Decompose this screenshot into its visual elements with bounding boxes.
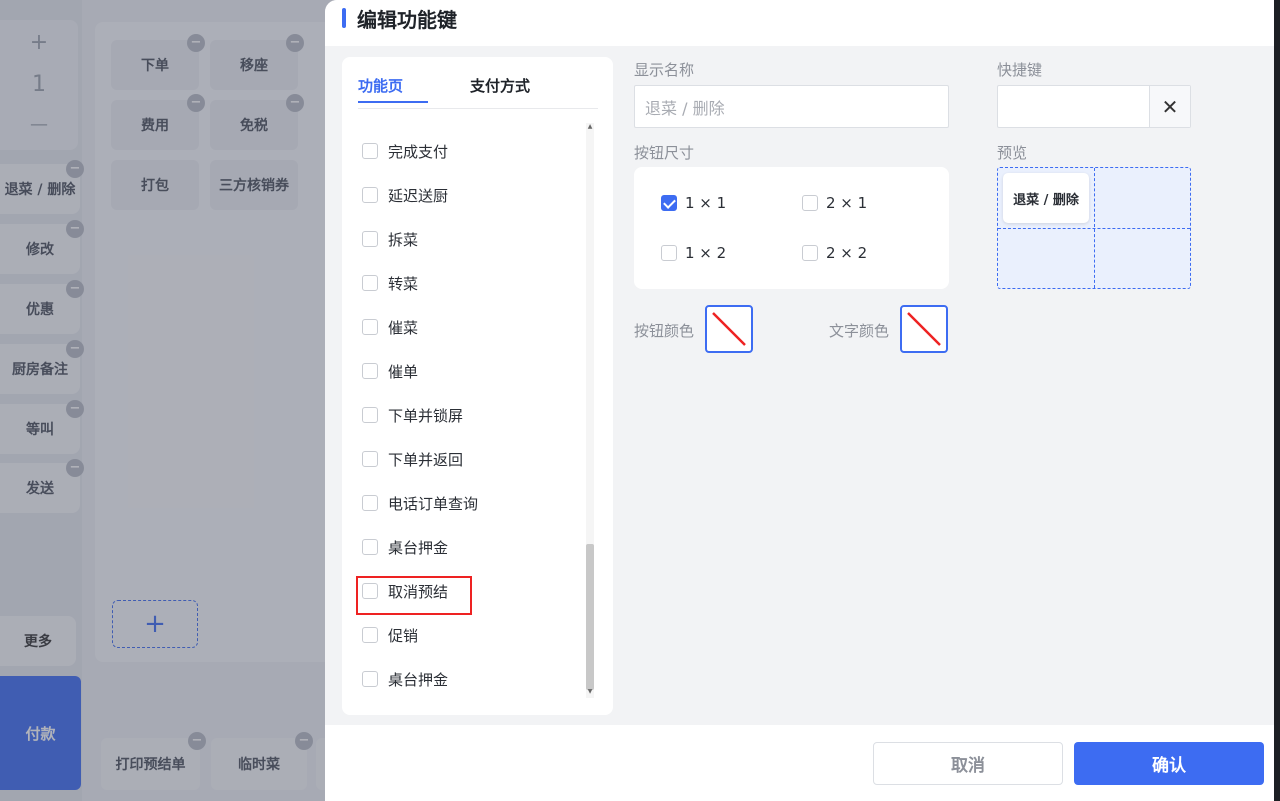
list-item[interactable]: 转菜 <box>362 270 418 296</box>
checkbox[interactable] <box>362 231 378 247</box>
edit-function-key-dialog: 编辑功能键 功能页 支付方式 ▲ ▼ 完成支付 延迟送厨 拆菜 转菜 催菜 催单… <box>325 0 1280 801</box>
checkbox-checked[interactable] <box>661 195 677 211</box>
checkbox[interactable] <box>362 539 378 555</box>
text-color-picker[interactable] <box>900 305 948 353</box>
list-item-label: 下单并锁屏 <box>388 406 464 425</box>
preview-button: 退菜 / 删除 <box>1003 173 1089 223</box>
window-edge <box>1274 0 1280 801</box>
tab-divider <box>358 108 598 109</box>
list-item[interactable]: 延迟送厨 <box>362 182 448 208</box>
list-item[interactable]: 促销 <box>362 622 418 648</box>
list-item[interactable]: 催单 <box>362 358 418 384</box>
button-size-label: 按钮尺寸 <box>634 144 695 162</box>
checkbox[interactable] <box>362 407 378 423</box>
list-item-label: 促销 <box>388 626 419 645</box>
button-preview: 退菜 / 删除 <box>997 167 1191 289</box>
close-icon[interactable]: ✕ <box>1149 86 1190 127</box>
dialog-header: 编辑功能键 <box>325 0 1280 46</box>
list-item-label: 延迟送厨 <box>388 186 449 205</box>
list-item[interactable]: 桌台押金 <box>362 534 448 560</box>
display-name-label: 显示名称 <box>634 61 695 79</box>
cancel-button[interactable]: 取消 <box>873 742 1063 785</box>
highlight-box <box>356 576 472 615</box>
list-item-label: 电话订单查询 <box>388 494 479 513</box>
scrollbar-thumb[interactable] <box>586 544 594 690</box>
checkbox[interactable] <box>362 187 378 203</box>
display-name-input[interactable]: 退菜 / 删除 <box>634 85 949 128</box>
checkbox[interactable] <box>362 363 378 379</box>
checkbox[interactable] <box>802 245 818 261</box>
list-item[interactable]: 桌台押金 <box>362 666 448 692</box>
button-color-label: 按钮颜色 <box>634 322 695 340</box>
function-list-panel: 功能页 支付方式 ▲ ▼ 完成支付 延迟送厨 拆菜 转菜 催菜 催单 下单并锁屏… <box>342 57 613 715</box>
list-item-label: 桌台押金 <box>388 538 449 557</box>
dialog-title: 编辑功能键 <box>357 8 457 32</box>
list-item-label: 催单 <box>388 362 419 381</box>
size-option-1x1[interactable]: 1 × 1 <box>661 194 726 212</box>
checkbox[interactable] <box>661 245 677 261</box>
list-item-label: 桌台押金 <box>388 670 449 689</box>
checkbox[interactable] <box>362 627 378 643</box>
size-option-2x1[interactable]: 2 × 1 <box>802 194 867 212</box>
text-color-label: 文字颜色 <box>829 322 890 340</box>
dialog-footer: 取消 确认 <box>325 725 1280 801</box>
no-color-icon <box>907 312 941 346</box>
preview-grid-line <box>998 228 1190 229</box>
checkbox[interactable] <box>362 143 378 159</box>
preview-label: 预览 <box>997 144 1028 162</box>
size-option-1x2[interactable]: 1 × 2 <box>661 244 726 262</box>
checkbox[interactable] <box>802 195 818 211</box>
checkbox[interactable] <box>362 451 378 467</box>
tab-payment-method[interactable]: 支付方式 <box>470 75 530 96</box>
list-item[interactable]: 完成支付 <box>362 138 448 164</box>
hotkey-label: 快捷键 <box>997 61 1043 79</box>
list-item-label: 催菜 <box>388 318 419 337</box>
checkbox[interactable] <box>362 275 378 291</box>
list-item[interactable]: 下单并返回 <box>362 446 463 472</box>
size-option-label: 1 × 1 <box>685 194 727 212</box>
checkbox[interactable] <box>362 319 378 335</box>
size-option-label: 2 × 2 <box>826 244 868 262</box>
confirm-button[interactable]: 确认 <box>1074 742 1264 785</box>
list-item[interactable]: 拆菜 <box>362 226 418 252</box>
list-item-label: 下单并返回 <box>388 450 464 469</box>
checkbox[interactable] <box>362 495 378 511</box>
hotkey-input[interactable]: ✕ <box>997 85 1191 128</box>
list-item-label: 完成支付 <box>388 142 449 161</box>
list-item[interactable]: 催菜 <box>362 314 418 340</box>
button-color-picker[interactable] <box>705 305 753 353</box>
scroll-up-icon[interactable]: ▲ <box>586 123 594 130</box>
size-option-label: 1 × 2 <box>685 244 727 262</box>
button-size-options: 1 × 1 2 × 1 1 × 2 2 × 2 <box>634 167 949 289</box>
tab-function-page[interactable]: 功能页 <box>358 75 403 96</box>
active-tab-indicator <box>358 101 428 103</box>
list-item-label: 拆菜 <box>388 230 419 249</box>
checkbox[interactable] <box>362 671 378 687</box>
scroll-down-icon[interactable]: ▼ <box>586 688 594 695</box>
list-item-label: 转菜 <box>388 274 419 293</box>
size-option-label: 2 × 1 <box>826 194 868 212</box>
list-item[interactable]: 下单并锁屏 <box>362 402 463 428</box>
size-option-2x2[interactable]: 2 × 2 <box>802 244 867 262</box>
no-color-icon <box>712 312 746 346</box>
title-accent-bar <box>342 8 346 28</box>
list-item[interactable]: 电话订单查询 <box>362 490 478 516</box>
